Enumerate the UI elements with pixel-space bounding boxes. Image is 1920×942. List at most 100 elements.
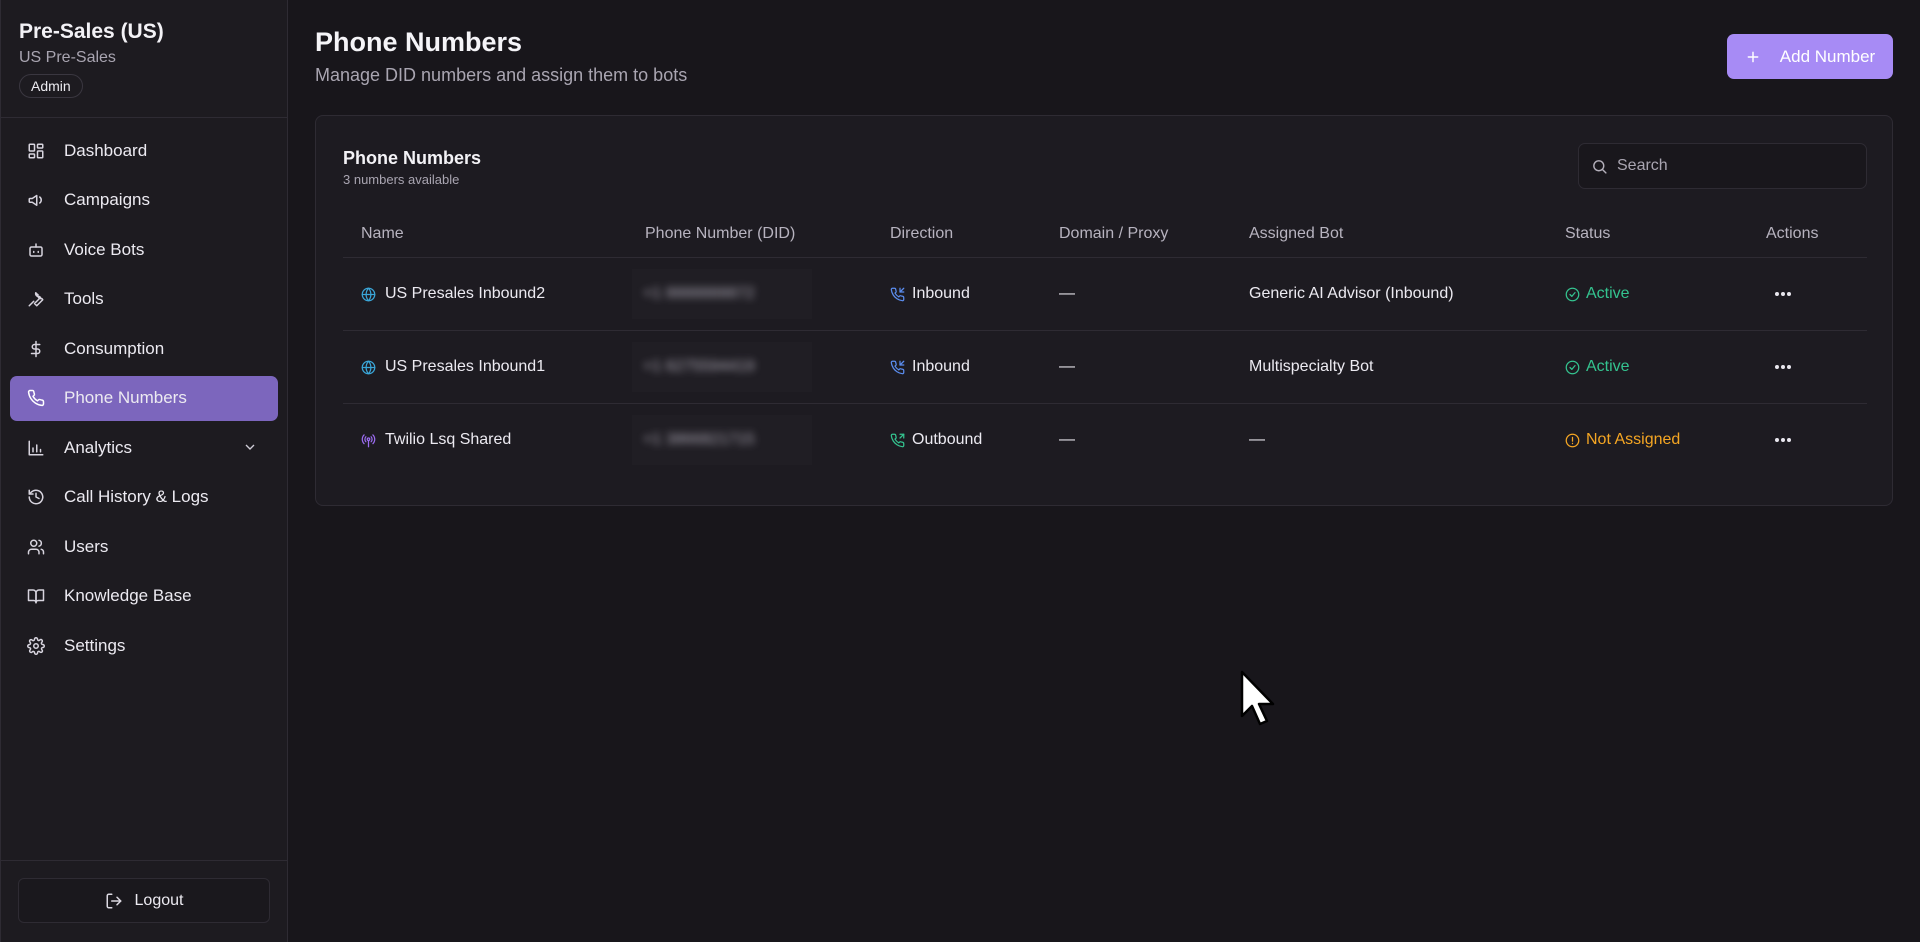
direction-label: Inbound — [912, 285, 970, 302]
sidebar-item-phone-numbers[interactable]: Phone Numbers — [10, 375, 278, 421]
domain-cell: — — [1059, 431, 1075, 448]
globe-icon — [361, 287, 376, 301]
sidebar-item-analytics[interactable]: Analytics — [10, 425, 278, 470]
direction-label: Outbound — [912, 431, 983, 448]
column-header-assigned-bot[interactable]: Assigned Bot — [1249, 225, 1343, 243]
ellipsis-icon — [1775, 292, 1791, 296]
search-box[interactable] — [1578, 143, 1867, 189]
wrench-icon — [27, 290, 45, 308]
search-input[interactable] — [1617, 157, 1857, 175]
plus-icon — [1747, 51, 1759, 62]
org-name: Pre-Sales (US) — [19, 20, 164, 43]
phone-number: +1 8888888872 — [643, 285, 755, 302]
status-badge: Active — [1565, 285, 1630, 303]
table-row[interactable]: Twilio Lsq Shared +1 3866821715 Outbound… — [343, 404, 1867, 477]
assigned-bot-cell: Multispecialty Bot — [1249, 358, 1374, 375]
table-row[interactable]: US Presales Inbound2 +1 8888888872 Inbou… — [343, 258, 1867, 331]
users-icon — [27, 538, 45, 556]
chevron-down-icon[interactable] — [242, 439, 258, 455]
assigned-bot-cell: Generic AI Advisor (Inbound) — [1249, 285, 1454, 302]
sidebar-item-label: Users — [64, 536, 109, 556]
phone-incoming-icon — [890, 287, 905, 301]
column-header-direction[interactable]: Direction — [890, 225, 953, 243]
name-cell: US Presales Inbound2 — [361, 285, 545, 303]
history-icon — [27, 488, 45, 506]
sidebar-item-dashboard[interactable]: Dashboard — [10, 128, 278, 173]
status-label: Not Assigned — [1586, 431, 1681, 448]
column-header-actions: Actions — [1766, 225, 1819, 242]
phone-number: +1 6275594419 — [643, 358, 755, 375]
card-title: Phone Numbers — [343, 148, 482, 168]
status-badge: Active — [1565, 358, 1630, 376]
sidebar-item-label: Settings — [64, 635, 126, 655]
page-title: Phone Numbers — [315, 27, 523, 57]
bar-chart-icon — [27, 439, 45, 457]
add-number-button[interactable]: Add Number — [1727, 34, 1893, 79]
more-actions-button[interactable] — [1772, 284, 1794, 304]
logout-button[interactable]: Logout — [18, 878, 270, 923]
name-cell: US Presales Inbound1 — [361, 358, 545, 376]
dashboard-icon — [27, 142, 45, 160]
status-label: Active — [1586, 285, 1630, 302]
org-header: Pre-Sales (US) US Pre-Sales Admin — [1, 0, 287, 118]
sidebar-item-label: Voice Bots — [64, 239, 145, 259]
broadcast-icon — [361, 433, 376, 447]
sidebar-item-label: Tools — [64, 289, 104, 308]
sidebar-item-call-history[interactable]: Call History & Logs — [10, 475, 278, 520]
book-icon — [27, 587, 45, 605]
check-circle-icon — [1565, 360, 1580, 374]
column-header-name[interactable]: Name — [361, 225, 404, 243]
sidebar-item-label: Analytics — [64, 437, 133, 457]
globe-icon — [361, 360, 376, 374]
direction-cell: Outbound — [890, 431, 982, 449]
column-header-status[interactable]: Status — [1565, 225, 1610, 243]
card-subtitle: 3 numbers available — [343, 172, 460, 187]
column-header-domain[interactable]: Domain / Proxy — [1059, 225, 1168, 243]
bot-icon — [27, 241, 45, 259]
sidebar-item-tools[interactable]: Tools — [10, 277, 278, 322]
sidebar-item-voice-bots[interactable]: Voice Bots — [10, 227, 278, 272]
status-badge: Not Assigned — [1565, 431, 1680, 449]
direction-label: Inbound — [912, 358, 970, 375]
check-circle-icon — [1565, 287, 1580, 301]
sidebar-item-knowledge-base[interactable]: Knowledge Base — [10, 574, 278, 619]
direction-cell: Inbound — [890, 358, 970, 376]
page-subtitle: Manage DID numbers and assign them to bo… — [315, 65, 688, 85]
sidebar-item-label: Phone Numbers — [64, 388, 187, 407]
phone-outgoing-icon — [890, 433, 905, 447]
logout-icon — [106, 893, 122, 908]
more-actions-button[interactable] — [1772, 357, 1794, 377]
phone-numbers-card: Phone Numbers 3 numbers available Name P… — [315, 115, 1893, 506]
dollar-icon — [27, 340, 45, 358]
mouse-cursor-icon — [1240, 670, 1275, 726]
search-icon — [1593, 159, 1607, 174]
sidebar-item-label: Knowledge Base — [64, 586, 192, 605]
phone-icon — [27, 389, 45, 407]
ellipsis-icon — [1775, 438, 1791, 442]
more-actions-button[interactable] — [1772, 430, 1794, 450]
table-row[interactable]: US Presales Inbound1 +1 6275594419 Inbou… — [343, 331, 1867, 404]
sidebar-item-label: Dashboard — [64, 140, 148, 160]
megaphone-icon — [27, 191, 45, 209]
sidebar-item-label: Call History & Logs — [64, 487, 209, 506]
phone-number: +1 3866821715 — [643, 431, 755, 448]
role-badge: Admin — [19, 74, 83, 98]
sidebar-footer: Logout — [1, 860, 288, 942]
sidebar-item-users[interactable]: Users — [10, 524, 278, 569]
sidebar-item-label: Campaigns — [64, 190, 150, 209]
ellipsis-icon — [1775, 365, 1791, 369]
name-cell: Twilio Lsq Shared — [361, 431, 511, 449]
main-content: Phone Numbers Manage DID numbers and ass… — [289, 0, 1920, 942]
status-label: Active — [1586, 358, 1630, 375]
domain-cell: — — [1059, 285, 1075, 302]
column-header-phone[interactable]: Phone Number (DID) — [645, 225, 795, 243]
org-subtitle: US Pre-Sales — [19, 49, 116, 66]
sidebar-item-settings[interactable]: Settings — [10, 623, 278, 668]
domain-cell: — — [1059, 358, 1075, 375]
sidebar-item-label: Consumption — [64, 338, 165, 358]
sidebar-item-campaigns[interactable]: Campaigns — [10, 178, 278, 223]
sidebar-item-consumption[interactable]: Consumption — [10, 326, 278, 371]
phone-incoming-icon — [890, 360, 905, 374]
row-name: US Presales Inbound1 — [385, 358, 546, 375]
alert-circle-icon — [1565, 433, 1580, 447]
